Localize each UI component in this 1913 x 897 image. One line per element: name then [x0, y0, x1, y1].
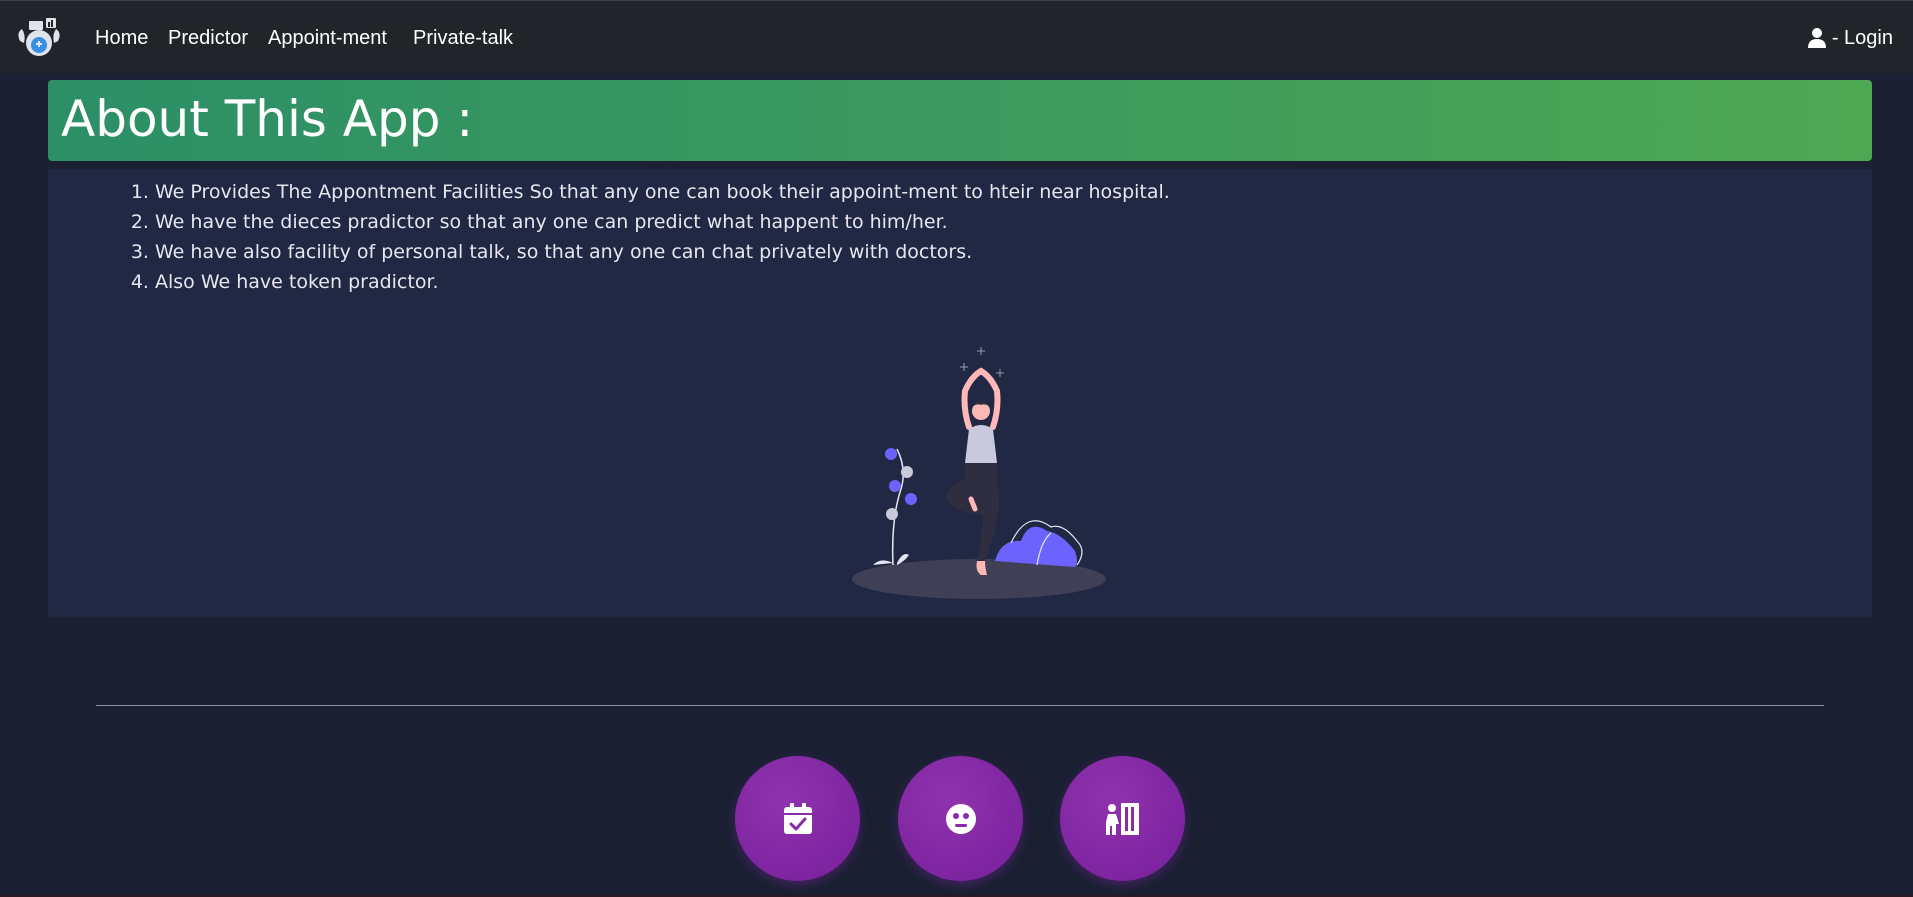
about-banner: About This App :	[48, 80, 1872, 161]
nav-link-home[interactable]: Home	[95, 26, 148, 50]
about-panel: We Provides The Appontment Facilities So…	[48, 169, 1872, 617]
token-button[interactable]	[1060, 756, 1185, 881]
list-item: We Provides The Appontment Facilities So…	[155, 177, 1170, 207]
person-token-icon	[1105, 802, 1139, 835]
list-item: Also We have token pradictor.	[155, 267, 1170, 297]
doctor-robot-logo-icon[interactable]	[12, 13, 66, 61]
feature-list: We Provides The Appontment Facilities So…	[107, 177, 1170, 297]
list-item: We have also facility of personal talk, …	[155, 237, 1170, 267]
yoga-woman-illustration	[852, 347, 1106, 599]
calendar-check-icon	[783, 802, 812, 834]
appointment-button[interactable]	[735, 756, 860, 881]
navbar: Home Predictor Appoint-ment Private-talk…	[0, 0, 1913, 73]
nav-link-appointment[interactable]: Appoint-ment	[268, 26, 387, 50]
face-icon	[945, 803, 976, 834]
login-link[interactable]: - Login	[1807, 26, 1893, 50]
section-divider	[96, 705, 1824, 706]
user-icon	[1807, 28, 1826, 48]
nav-link-predictor[interactable]: Predictor	[168, 26, 248, 50]
nav-link-private-talk[interactable]: Private-talk	[413, 26, 513, 50]
predictor-button[interactable]	[898, 756, 1023, 881]
page-title: About This App :	[61, 90, 474, 148]
list-item: We have the dieces pradictor so that any…	[155, 207, 1170, 237]
login-label: - Login	[1831, 27, 1893, 49]
